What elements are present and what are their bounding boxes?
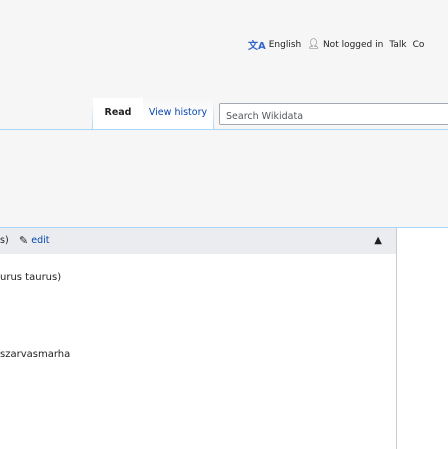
statement-header-text: s)	[0, 235, 9, 246]
tab-separator	[213, 102, 214, 130]
tabs-bottom-border	[93, 129, 448, 130]
contributions-label: Co	[412, 39, 425, 50]
content-area: s) ✎ edit ▲ urus taurus) szarvasmarha	[0, 227, 448, 449]
chevron-up-icon[interactable]: ▲	[374, 228, 382, 254]
edit-label: edit	[31, 235, 50, 246]
tab-view-history[interactable]: View history	[143, 98, 213, 130]
top-bar: 文A English 👤︎ Not logged in Talk Co	[0, 0, 448, 80]
login-status-label: Not logged in	[322, 39, 384, 50]
tab-read[interactable]: Read	[93, 98, 143, 130]
search-input[interactable]	[220, 106, 448, 127]
tab-read-label: Read	[104, 107, 132, 118]
view-tabs: Read View history	[0, 98, 448, 130]
talk-link[interactable]: Talk	[389, 40, 406, 50]
search-box[interactable]	[219, 103, 448, 127]
statement-panel: s) ✎ edit ▲ urus taurus) szarvasmarha	[0, 228, 397, 449]
personal-tools: 文A English 👤︎ Not logged in Talk Co	[248, 37, 430, 52]
statement-header: s) ✎ edit ▲	[0, 228, 396, 254]
statement-other-label: szarvasmarha	[0, 349, 71, 360]
language-label: English	[268, 39, 302, 50]
tabs-left-border	[0, 105, 93, 130]
tab-view-history-label: View history	[148, 107, 208, 118]
contributions-link[interactable]: Co	[413, 40, 425, 50]
edit-button[interactable]: ✎ edit	[19, 228, 49, 254]
pencil-icon: ✎	[19, 234, 29, 247]
talk-label: Talk	[389, 39, 407, 50]
language-selector[interactable]: 文A English	[248, 37, 302, 53]
statement-value: urus taurus)	[0, 272, 62, 283]
language-icon: 文A	[248, 41, 266, 52]
login-status: 👤︎ Not logged in	[307, 39, 383, 50]
right-gutter	[397, 228, 448, 449]
user-icon: 👤︎	[307, 39, 320, 50]
